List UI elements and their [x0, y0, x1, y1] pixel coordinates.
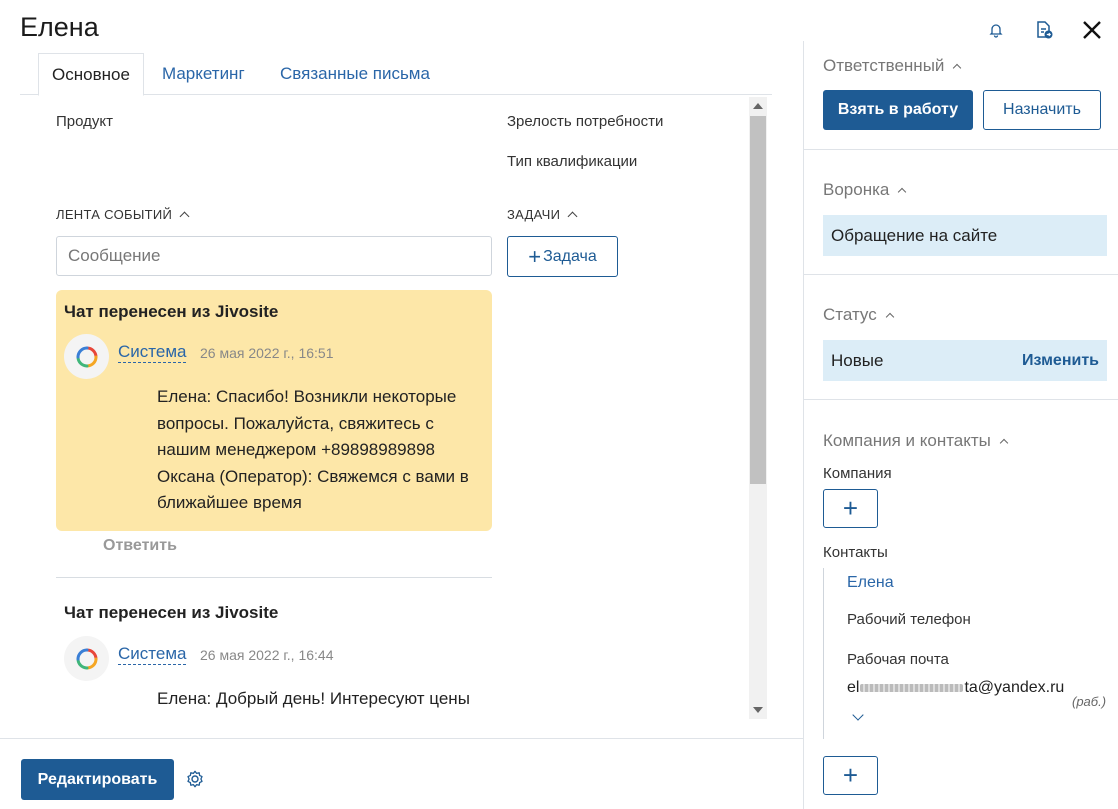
- divider: [804, 399, 1118, 400]
- tab-main[interactable]: Основное: [38, 53, 144, 96]
- system-logo-icon: [76, 648, 97, 669]
- event-text-line: Елена: Добрый день! Интересуют цены: [157, 689, 470, 708]
- gear-icon[interactable]: [184, 768, 206, 790]
- event-date: 26 мая 2022 г., 16:44: [200, 647, 334, 663]
- assign-button[interactable]: Назначить: [983, 90, 1101, 130]
- event-title: Чат перенесен из Jivosite: [64, 302, 279, 321]
- event-text-line: Елена: Спасибо! Возникли некоторые: [157, 387, 457, 406]
- add-company-button[interactable]: +: [823, 489, 878, 528]
- event-card: Чат перенесен из Jivosite Система 26 мая…: [56, 592, 492, 720]
- plus-icon: +: [528, 243, 542, 269]
- chevron-up-icon: [885, 312, 894, 322]
- add-task-label: Задача: [543, 247, 597, 265]
- tab-bar: Основное Маркетинг Связанные письма: [20, 53, 772, 96]
- status-title: Статус: [823, 305, 877, 324]
- product-label: Продукт: [56, 113, 113, 130]
- chevron-up-icon: [567, 211, 578, 222]
- responsible-section-toggle[interactable]: Ответственный: [823, 56, 962, 76]
- event-text-line: нашим менеджером +89898989898: [157, 440, 435, 459]
- chevron-up-icon: [179, 211, 190, 222]
- scroll-thumb[interactable]: [750, 116, 766, 484]
- company-contacts-title: Компания и контакты: [823, 431, 991, 450]
- event-text-line: ближайшее время: [157, 493, 302, 512]
- event-text: Елена: Спасибо! Возникли некоторые вопро…: [157, 384, 492, 517]
- scroll-up-icon[interactable]: [753, 103, 763, 109]
- divider: [804, 274, 1118, 275]
- system-avatar: [64, 334, 109, 379]
- status-value-box: Новые Изменить: [823, 340, 1107, 381]
- feed-section-title: ЛЕНТА СОБЫТИЙ: [56, 207, 173, 222]
- tab-marketing[interactable]: Маркетинг: [149, 53, 258, 95]
- event-author-link[interactable]: Система: [118, 644, 187, 665]
- company-label: Компания: [823, 465, 892, 482]
- right-panel: Ответственный Взять в работу Назначить В…: [803, 41, 1118, 809]
- responsible-title: Ответственный: [823, 56, 945, 75]
- event-date: 26 мая 2022 г., 16:51: [200, 345, 334, 361]
- system-logo-icon: [76, 346, 97, 367]
- chevron-up-icon: [953, 63, 962, 73]
- edit-button[interactable]: Редактировать: [21, 759, 174, 800]
- page-title: Елена: [20, 12, 99, 42]
- divider: [804, 149, 1118, 150]
- add-task-button[interactable]: + Задача: [507, 236, 618, 277]
- funnel-value[interactable]: Обращение на сайте: [823, 215, 1107, 256]
- email-start: el: [847, 679, 860, 696]
- chevron-up-icon: [999, 438, 1009, 448]
- scroll-down-icon[interactable]: [753, 707, 763, 713]
- reply-link[interactable]: Ответить: [103, 537, 177, 555]
- maturity-label: Зрелость потребности: [507, 113, 664, 130]
- event-text-line: Оксана (Оператор): Свяжемся с вами в: [157, 466, 469, 486]
- system-avatar: [64, 636, 109, 681]
- event-text: Елена: Добрый день! Интересуют цены: [157, 686, 492, 713]
- funnel-section-toggle[interactable]: Воронка: [823, 180, 907, 200]
- status-section-toggle[interactable]: Статус: [823, 305, 894, 325]
- email-type: (раб.): [1072, 694, 1107, 709]
- bottom-bar: Редактировать: [0, 738, 803, 809]
- event-title: Чат перенесен из Jivosite: [64, 603, 279, 622]
- event-author-link[interactable]: Система: [118, 342, 187, 363]
- feed-section-toggle[interactable]: ЛЕНТА СОБЫТИЙ: [56, 207, 190, 222]
- main-scrollbar[interactable]: [749, 97, 767, 719]
- tab-related-emails[interactable]: Связанные письма: [267, 53, 443, 95]
- chevron-up-icon: [898, 187, 907, 197]
- take-to-work-button[interactable]: Взять в работу: [823, 90, 973, 130]
- company-contacts-section-toggle[interactable]: Компания и контакты: [823, 431, 1009, 451]
- event-text-line: вопросы. Пожалуйста, свяжитесь с: [157, 413, 434, 433]
- tasks-section-toggle[interactable]: ЗАДАЧИ: [507, 207, 578, 222]
- funnel-title: Воронка: [823, 180, 890, 199]
- work-phone-label: Рабочий телефон: [847, 611, 971, 628]
- status-value: Новые: [831, 351, 884, 370]
- divider: [56, 577, 492, 578]
- contact-name-link[interactable]: Елена: [847, 574, 894, 592]
- contacts-label: Контакты: [823, 544, 888, 561]
- change-status-link[interactable]: Изменить: [1022, 340, 1099, 381]
- contact-card: Елена Рабочий телефон Рабочая почта el t…: [823, 568, 1113, 739]
- main-content: Продукт Зрелость потребности Тип квалифи…: [20, 95, 748, 720]
- work-email-label: Рабочая почта: [847, 651, 949, 668]
- chevron-down-icon[interactable]: [852, 709, 864, 721]
- message-input[interactable]: [56, 236, 492, 276]
- add-contact-button[interactable]: +: [823, 756, 878, 795]
- qualification-label: Тип квалификации: [507, 153, 638, 170]
- tasks-section-title: ЗАДАЧИ: [507, 207, 561, 222]
- email-end: ta@yandex.ru: [964, 679, 1065, 696]
- email-redacted: [860, 684, 964, 692]
- event-card: Чат перенесен из Jivosite Система 26 мая…: [56, 290, 492, 531]
- work-email-value[interactable]: el ta@yandex.ru: [847, 679, 1064, 697]
